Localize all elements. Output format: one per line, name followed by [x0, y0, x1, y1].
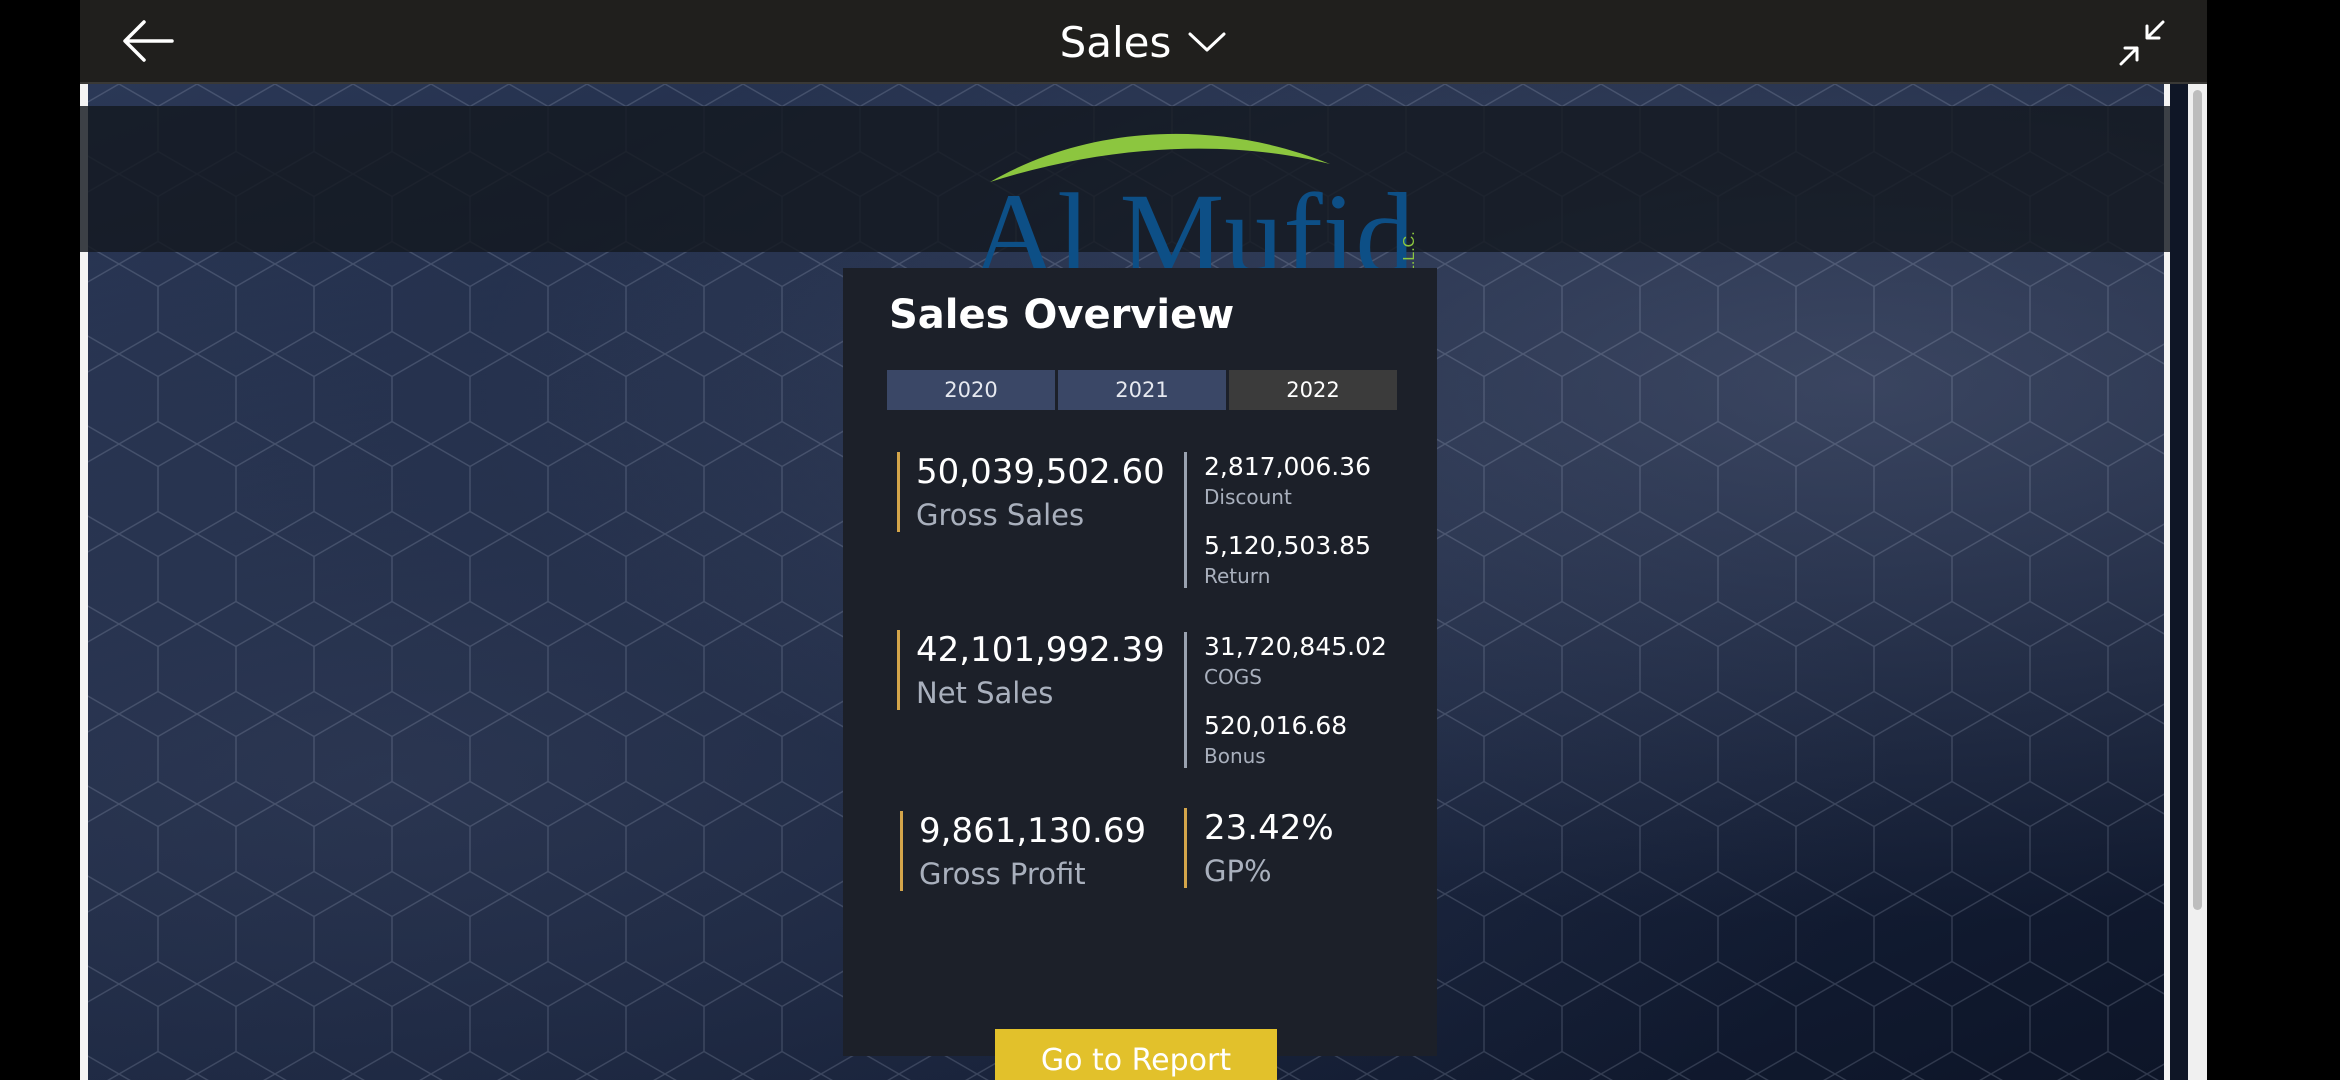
report-selector[interactable]: Sales	[80, 14, 2207, 70]
bonus-label: Bonus	[1204, 744, 1266, 768]
cogs-value: 31,720,845.02	[1204, 632, 1387, 661]
return-label: Return	[1204, 564, 1271, 588]
collapse-icon	[2119, 20, 2165, 66]
discount-return-kpi: 2,817,006.36 Discount 5,120,503.85 Retur…	[1184, 452, 1371, 588]
gross-profit-label: Gross Profit	[919, 857, 1086, 891]
page-title: Sales	[1059, 17, 1172, 67]
app-window: Sales Al Mufid L.L.C. Sales Overview 202…	[80, 0, 2207, 1080]
vertical-scrollbar[interactable]	[2188, 84, 2207, 1080]
chevron-down-icon	[1188, 32, 1226, 52]
net-sales-label: Net Sales	[916, 676, 1054, 710]
gross-sales-value: 50,039,502.60	[916, 452, 1165, 492]
year-slicer: 2020 2021 2022	[887, 370, 1397, 410]
net-sales-value: 42,101,992.39	[916, 630, 1165, 670]
collapse-button[interactable]	[2117, 18, 2167, 68]
go-to-report-button[interactable]: Go to Report	[995, 1029, 1277, 1080]
discount-value: 2,817,006.36	[1204, 452, 1371, 481]
app-bar: Sales	[80, 0, 2207, 84]
gross-profit-value: 9,861,130.69	[919, 811, 1147, 851]
card-title: Sales Overview	[889, 292, 1235, 338]
cogs-label: COGS	[1204, 665, 1262, 689]
gp-percent-kpi: 23.42% GP%	[1184, 808, 1334, 888]
scrollbar-thumb[interactable]	[2193, 90, 2202, 910]
company-logo: Al Mufid L.L.C.	[972, 133, 1418, 284]
tab-2020[interactable]: 2020	[887, 370, 1055, 410]
gp-percent-value: 23.42%	[1204, 808, 1334, 848]
gross-sales-kpi: 50,039,502.60 Gross Sales	[897, 452, 1165, 532]
return-value: 5,120,503.85	[1204, 531, 1371, 560]
tab-2021[interactable]: 2021	[1058, 370, 1226, 410]
gp-percent-label: GP%	[1204, 854, 1272, 888]
bonus-value: 520,016.68	[1204, 711, 1348, 740]
gross-profit-kpi: 9,861,130.69 Gross Profit	[900, 811, 1146, 891]
tab-2022[interactable]: 2022	[1229, 370, 1397, 410]
report-canvas: Al Mufid L.L.C. Sales Overview 2020 2021…	[80, 84, 2170, 1080]
sales-overview-card: Sales Overview 2020 2021 2022 50,039,502…	[843, 268, 1437, 1080]
cogs-bonus-kpi: 31,720,845.02 COGS 520,016.68 Bonus	[1184, 632, 1387, 768]
logo-text: Al Mufid	[972, 169, 1415, 284]
discount-label: Discount	[1204, 485, 1292, 509]
gross-sales-label: Gross Sales	[916, 498, 1085, 532]
net-sales-kpi: 42,101,992.39 Net Sales	[897, 630, 1165, 710]
